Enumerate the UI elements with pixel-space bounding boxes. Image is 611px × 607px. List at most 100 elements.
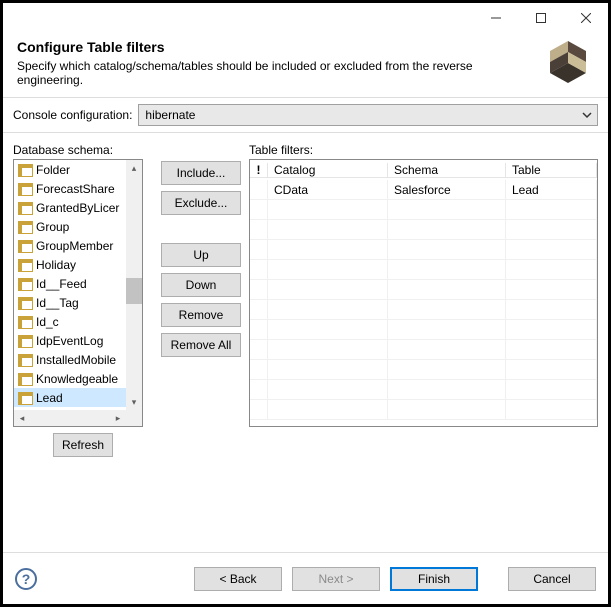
up-button[interactable]: Up — [161, 243, 241, 267]
table-icon — [18, 164, 32, 176]
filters-header-catalog[interactable]: Catalog — [268, 163, 388, 178]
schema-item[interactable]: Id_c — [14, 312, 130, 331]
filters-cell: Lead — [506, 180, 597, 200]
dialog-body: Database schema: Folder ForecastShare Gran… — [3, 133, 608, 552]
filters-empty-row — [250, 320, 597, 340]
filters-row[interactable]: CDataSalesforceLead — [250, 180, 597, 200]
dialog-header: Configure Table filters Specify which ca… — [3, 33, 608, 97]
schema-item[interactable]: GroupMember — [14, 236, 130, 255]
chevron-down-icon — [581, 109, 593, 124]
filters-header-schema[interactable]: Schema — [388, 163, 506, 178]
schema-item-label: InstalledMobile — [36, 353, 116, 367]
schema-item[interactable]: InstalledMobile — [14, 350, 130, 369]
table-icon — [18, 316, 32, 328]
filters-empty-row — [250, 240, 597, 260]
table-icon — [18, 259, 32, 271]
filters-label: Table filters: — [249, 143, 598, 157]
schema-item-label: GrantedByLicer — [36, 201, 119, 215]
next-button[interactable]: Next > — [292, 567, 380, 591]
table-icon — [18, 240, 32, 252]
minimize-button[interactable] — [473, 3, 518, 33]
table-icon — [18, 297, 32, 309]
schema-scrollbar-horizontal[interactable]: ◂ ▸ — [14, 410, 126, 426]
table-icon — [18, 354, 32, 366]
schema-scrollbar-vertical[interactable]: ▴ ▾ — [126, 160, 142, 410]
dialog-window: Configure Table filters Specify which ca… — [3, 3, 608, 604]
filters-empty-row — [250, 380, 597, 400]
close-button[interactable] — [563, 3, 608, 33]
schema-item-label: Id__Tag — [36, 296, 79, 310]
schema-item-label: Group — [36, 220, 69, 234]
scroll-right-button[interactable]: ▸ — [110, 410, 126, 426]
filters-cell — [250, 180, 268, 200]
schema-item-label: ForecastShare — [36, 182, 115, 196]
schema-item[interactable]: Lead — [14, 388, 130, 407]
table-icon — [18, 202, 32, 214]
remove-all-button[interactable]: Remove All — [161, 333, 241, 357]
schema-item-label: IdpEventLog — [36, 334, 103, 348]
filters-empty-row — [250, 220, 597, 240]
schema-item-label: Knowledgeable — [36, 372, 118, 386]
console-config-select[interactable]: hibernate — [138, 104, 598, 126]
back-button[interactable]: < Back — [194, 567, 282, 591]
dialog-footer: ? < Back Next > Finish Cancel — [3, 552, 608, 604]
scroll-up-button[interactable]: ▴ — [126, 160, 142, 176]
filters-header-row: ! Catalog Schema Table — [250, 160, 597, 180]
console-config-row: Console configuration: hibernate — [3, 97, 608, 133]
finish-button[interactable]: Finish — [390, 567, 478, 591]
help-icon[interactable]: ? — [15, 568, 37, 590]
schema-item-label: Lead — [36, 391, 63, 405]
filters-header-bang[interactable]: ! — [250, 163, 268, 178]
schema-item-label: GroupMember — [36, 239, 113, 253]
schema-item[interactable]: IdpEventLog — [14, 331, 130, 350]
filters-empty-row — [250, 200, 597, 220]
scroll-left-button[interactable]: ◂ — [14, 410, 30, 426]
filter-actions: Include... Exclude... Up Down Remove Rem… — [161, 143, 241, 542]
schema-item[interactable]: Folder — [14, 160, 130, 179]
schema-item[interactable]: ForecastShare — [14, 179, 130, 198]
filters-empty-row — [250, 340, 597, 360]
schema-item[interactable]: Knowledgeable — [14, 369, 130, 388]
page-title: Configure Table filters — [17, 39, 594, 55]
table-icon — [18, 278, 32, 290]
schema-panel: Database schema: Folder ForecastShare Gran… — [13, 143, 153, 542]
console-config-value: hibernate — [145, 108, 195, 122]
filters-panel: Table filters: ! Catalog Schema Table CD… — [249, 143, 598, 542]
filters-empty-row — [250, 400, 597, 420]
schema-item[interactable]: Id__Tag — [14, 293, 130, 312]
schema-item-label: Folder — [36, 163, 70, 177]
include-button[interactable]: Include... — [161, 161, 241, 185]
schema-item-label: Id__Feed — [36, 277, 87, 291]
filters-empty-row — [250, 260, 597, 280]
schema-item[interactable]: Holiday — [14, 255, 130, 274]
schema-item[interactable]: GrantedByLicer — [14, 198, 130, 217]
hibernate-logo-icon — [546, 39, 590, 86]
scroll-thumb-horizontal[interactable] — [30, 412, 110, 424]
filters-cell: CData — [268, 180, 388, 200]
filters-header-table[interactable]: Table — [506, 163, 597, 178]
filters-cell: Salesforce — [388, 180, 506, 200]
schema-item-label: Id_c — [36, 315, 59, 329]
table-icon — [18, 183, 32, 195]
scroll-thumb-vertical[interactable] — [126, 278, 142, 304]
refresh-button[interactable]: Refresh — [53, 433, 113, 457]
schema-item-label: Holiday — [36, 258, 76, 272]
table-icon — [18, 373, 32, 385]
schema-item[interactable]: Id__Feed — [14, 274, 130, 293]
filters-empty-row — [250, 280, 597, 300]
table-icon — [18, 335, 32, 347]
schema-label: Database schema: — [13, 143, 153, 157]
cancel-button[interactable]: Cancel — [508, 567, 596, 591]
remove-button[interactable]: Remove — [161, 303, 241, 327]
scroll-down-button[interactable]: ▾ — [126, 394, 142, 410]
schema-tree[interactable]: Folder ForecastShare GrantedByLicer Group Gr… — [13, 159, 143, 427]
exclude-button[interactable]: Exclude... — [161, 191, 241, 215]
filters-empty-row — [250, 360, 597, 380]
down-button[interactable]: Down — [161, 273, 241, 297]
schema-item[interactable]: Group — [14, 217, 130, 236]
titlebar — [3, 3, 608, 33]
filters-table[interactable]: ! Catalog Schema Table CDataSalesforceLe… — [249, 159, 598, 427]
page-description: Specify which catalog/schema/tables shou… — [17, 59, 497, 87]
maximize-button[interactable] — [518, 3, 563, 33]
scroll-corner — [126, 410, 142, 426]
